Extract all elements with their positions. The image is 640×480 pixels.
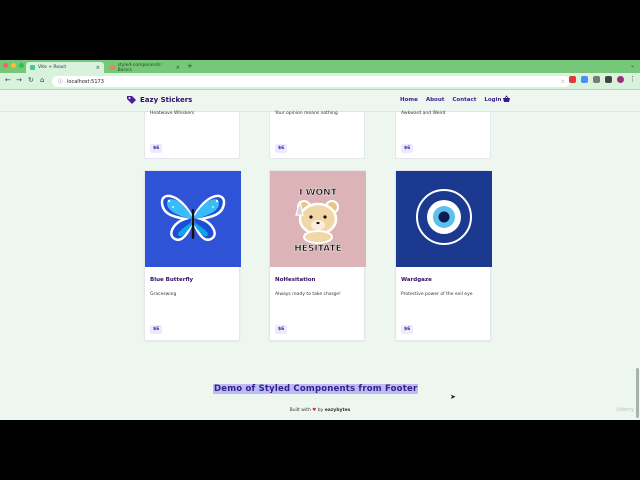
price-badge: $6 (401, 144, 414, 153)
by-text: by (317, 408, 324, 413)
address-bar[interactable]: ⓘ localhost:5173 ☆ (52, 76, 570, 87)
price-badge: $6 (150, 144, 163, 153)
product-description: Awkward and Weird (401, 111, 446, 116)
built-with-text: Built with (289, 408, 311, 413)
page-scrollbar[interactable] (636, 368, 639, 418)
udemy-watermark: Udemy (616, 407, 634, 413)
vite-icon (30, 65, 35, 70)
mouse-cursor-icon: ➤ (450, 393, 456, 401)
minimize-window-button[interactable] (11, 63, 16, 68)
product-title: NoHesitation (275, 277, 316, 283)
product-description: Always ready to take charge! (275, 292, 341, 297)
screen: Vite + React × styled-components: Basics… (0, 60, 640, 420)
nav-login[interactable]: Login (484, 97, 501, 103)
site-logo[interactable]: Eazy Stickers (126, 95, 192, 105)
product-card[interactable]: Heatwave Whiskers $6 (144, 111, 240, 159)
product-title: Blue Butterfly (150, 277, 194, 283)
extension-icon[interactable] (581, 76, 588, 83)
profile-avatar[interactable] (617, 76, 624, 83)
product-description: Protective power of the evil eye (401, 292, 473, 297)
product-description: Graceswing (150, 292, 177, 297)
nav-home[interactable]: Home (400, 97, 418, 103)
forward-arrow-icon[interactable]: → (16, 76, 22, 84)
browser-toolbar: ← → ↻ ⌂ ⓘ localhost:5173 ☆ ⋮ (0, 73, 640, 90)
product-description: Your opinion means nothing (275, 111, 338, 116)
tab-search-chevron-icon[interactable]: ⌄ (630, 62, 635, 69)
heart-icon: ♥ (312, 408, 317, 413)
logo-text: Eazy Stickers (140, 96, 193, 104)
maximize-window-button[interactable] (19, 63, 24, 68)
extension-icon[interactable] (569, 76, 576, 83)
window-controls (3, 63, 24, 68)
nav-contact[interactable]: Contact (452, 97, 476, 103)
footer-title: Demo of Styled Components from Footer (213, 384, 419, 394)
product-card[interactable]: Blue Butterfly Graceswing $6 (144, 170, 241, 341)
site-header: Eazy Stickers Home About Contact Login (0, 90, 640, 112)
product-card[interactable]: Your opinion means nothing $6 (269, 111, 365, 159)
product-title: Wardgaze (401, 277, 432, 283)
bear-sticker-icon: I WONT HESITATE (270, 171, 366, 267)
tag-logo-icon (127, 96, 136, 104)
main-nav: Home About Contact Login (400, 97, 501, 103)
product-card[interactable]: Wardgaze Protective power of the evil ey… (395, 170, 492, 341)
tab-vite-react[interactable]: Vite + React × (26, 62, 104, 73)
browser-tab-bar: Vite + React × styled-components: Basics… (0, 60, 640, 73)
sticker-text-top: I WONT (299, 188, 338, 198)
reload-icon[interactable]: ↻ (28, 76, 34, 84)
tab-styled-components[interactable]: styled-components: Basics × (106, 62, 184, 73)
extensions-puzzle-icon[interactable] (605, 76, 612, 83)
styled-components-icon (110, 65, 115, 70)
tab-label: styled-components: Basics (117, 62, 163, 73)
price-badge: $6 (275, 325, 288, 334)
price-badge: $6 (150, 325, 163, 334)
close-tab-icon[interactable]: × (176, 65, 180, 71)
extension-icons: ⋮ (569, 76, 636, 83)
butterfly-icon (145, 171, 241, 267)
url-text: localhost:5173 (67, 78, 104, 85)
extension-icon[interactable] (593, 76, 600, 83)
price-badge: $6 (275, 144, 288, 153)
close-tab-icon[interactable]: × (96, 65, 100, 71)
sticker-text-bottom: HESITATE (294, 244, 342, 254)
new-tab-button[interactable]: + (187, 62, 193, 70)
bookmark-star-icon[interactable]: ☆ (561, 79, 565, 85)
home-icon[interactable]: ⌂ (40, 76, 44, 84)
cart-icon[interactable] (502, 95, 511, 104)
evil-eye-icon (396, 171, 492, 267)
brand-link[interactable]: eazybytes (325, 408, 351, 413)
site-info-icon[interactable]: ⓘ (58, 78, 63, 85)
product-card[interactable]: Awkward and Weird $6 (395, 111, 491, 159)
product-description: Heatwave Whiskers (150, 111, 195, 116)
back-arrow-icon[interactable]: ← (5, 76, 11, 84)
product-card[interactable]: I WONT HESITATE NoHesitation Always read… (269, 170, 366, 341)
close-window-button[interactable] (3, 63, 8, 68)
nav-about[interactable]: About (426, 97, 445, 103)
price-badge: $6 (401, 325, 414, 334)
menu-kebab-icon[interactable]: ⋮ (629, 76, 636, 83)
tab-label: Vite + React (38, 65, 67, 70)
footer-credit: Built with ♥ by eazybytes (0, 408, 640, 413)
